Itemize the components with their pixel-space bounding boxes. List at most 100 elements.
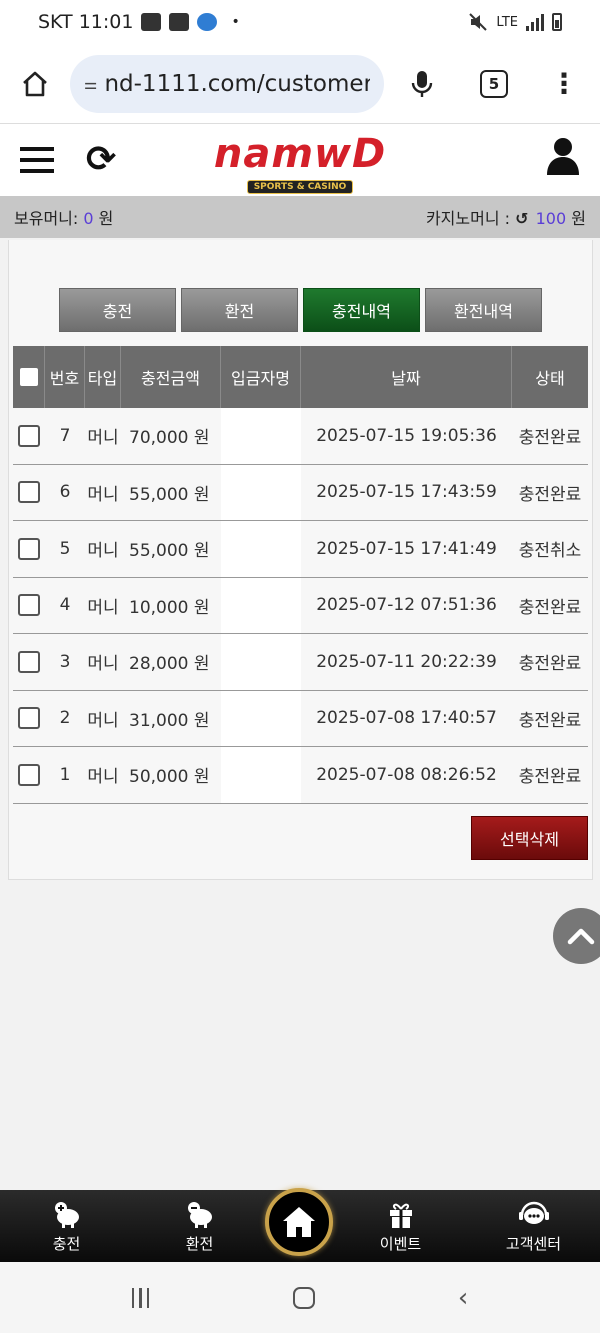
nav-event[interactable]: 이벤트 bbox=[334, 1190, 467, 1262]
select-all-checkbox-cell bbox=[13, 346, 45, 408]
row-checkbox-cell bbox=[13, 578, 45, 634]
row-amount: 50,000 원 bbox=[129, 767, 210, 788]
nav-deposit-label: 충전 bbox=[52, 1235, 81, 1253]
row-type: 머니 bbox=[87, 541, 119, 562]
row-amount: 55,000 원 bbox=[129, 541, 210, 562]
row-depositor bbox=[221, 747, 301, 803]
status-time: SKT 11:01 bbox=[38, 11, 134, 33]
row-amount: 55,000 원 bbox=[129, 484, 210, 505]
site-settings-icon[interactable]: ⚌ bbox=[84, 75, 97, 93]
user-icon[interactable] bbox=[546, 136, 580, 176]
row-checkbox[interactable] bbox=[18, 481, 40, 504]
hamburger-menu-icon[interactable] bbox=[20, 147, 54, 173]
row-depositor bbox=[221, 577, 301, 633]
row-type: 머니 bbox=[87, 654, 119, 675]
row-no: 4 bbox=[59, 595, 71, 616]
table-row: 7 머니 70,000 원 2025-07-15 19:05:36 충전완료 bbox=[13, 408, 588, 465]
delete-selected-button[interactable]: 선택삭제 bbox=[471, 816, 588, 860]
refresh-icon[interactable]: ⟳ bbox=[86, 142, 116, 178]
system-home-button[interactable] bbox=[292, 1286, 315, 1309]
row-status: 충전완료 bbox=[518, 710, 582, 731]
row-date: 2025-07-11 20:22:39 bbox=[316, 651, 497, 672]
row-status: 충전완료 bbox=[518, 654, 582, 675]
row-no: 6 bbox=[59, 482, 71, 503]
casino-refresh-icon[interactable]: ↺ bbox=[515, 209, 528, 228]
table-header: 번호 타입 충전금액 입금자명 날짜 상태 bbox=[13, 346, 588, 408]
mute-icon bbox=[469, 13, 488, 31]
row-status: 충전완료 bbox=[518, 428, 582, 449]
tab-withdraw-history[interactable]: 환전내역 bbox=[425, 288, 542, 332]
piggy-bank-plus-icon bbox=[54, 1202, 79, 1228]
row-checkbox[interactable] bbox=[18, 763, 40, 786]
table-row: 3 머니 28,000 원 2025-07-11 20:22:39 충전완료 bbox=[13, 634, 588, 691]
tab-deposit-history[interactable]: 충전내역 bbox=[303, 288, 420, 332]
select-all-checkbox[interactable] bbox=[19, 368, 38, 386]
app-notification-icon bbox=[197, 13, 218, 31]
scroll-to-top-button[interactable] bbox=[553, 908, 600, 964]
history-table: 번호 타입 충전금액 입금자명 날짜 상태 7 머니 70,000 원 2025… bbox=[13, 346, 588, 804]
logo-wordmark: namwD bbox=[213, 131, 387, 177]
header-type: 타입 bbox=[85, 346, 121, 408]
nav-withdraw[interactable]: 환전 bbox=[133, 1190, 266, 1262]
row-type: 머니 bbox=[87, 767, 119, 788]
row-checkbox-cell bbox=[13, 521, 45, 577]
voice-search-button[interactable] bbox=[384, 69, 460, 99]
row-checkbox-cell bbox=[13, 634, 45, 690]
browser-toolbar: ⚌ nd-1111.com/customer 5 ⋮ bbox=[0, 44, 600, 124]
row-amount: 10,000 원 bbox=[129, 597, 210, 618]
network-type: LTE bbox=[496, 14, 518, 30]
row-date: 2025-07-15 19:05:36 bbox=[316, 425, 497, 446]
row-date: 2025-07-15 17:41:49 bbox=[316, 538, 497, 559]
row-checkbox[interactable] bbox=[18, 537, 40, 560]
row-checkbox[interactable] bbox=[18, 594, 40, 617]
header-amount: 충전금액 bbox=[121, 346, 221, 408]
header-depositor: 입금자명 bbox=[221, 346, 301, 408]
row-amount: 31,000 원 bbox=[129, 710, 210, 731]
table-row: 6 머니 55,000 원 2025-07-15 17:43:59 충전완료 bbox=[13, 464, 588, 521]
signal-icon bbox=[526, 13, 544, 31]
nav-withdraw-label: 환전 bbox=[185, 1235, 214, 1253]
balance-value: 0 bbox=[83, 209, 94, 228]
row-no: 2 bbox=[59, 708, 71, 729]
site-header: ⟳ namwD SPORTS & CASINO bbox=[0, 124, 600, 196]
nav-home-button[interactable] bbox=[265, 1188, 333, 1256]
deposit-history-panel: 충전 환전 충전내역 환전내역 번호 타입 충전금액 입금자명 날짜 상태 7 … bbox=[8, 240, 593, 880]
address-bar[interactable]: ⚌ nd-1111.com/customer bbox=[70, 54, 384, 113]
row-date: 2025-07-15 17:43:59 bbox=[316, 482, 497, 503]
status-bar: SKT 11:01 • LTE bbox=[0, 0, 600, 44]
site-logo[interactable]: namwD SPORTS & CASINO bbox=[208, 131, 392, 194]
balance-info: 보유머니: 0 원 bbox=[14, 205, 113, 229]
nav-event-label: 이벤트 bbox=[379, 1235, 422, 1253]
nav-support-label: 고객센터 bbox=[505, 1235, 562, 1253]
row-checkbox[interactable] bbox=[18, 707, 40, 730]
row-date: 2025-07-08 08:26:52 bbox=[316, 764, 497, 785]
row-depositor bbox=[221, 521, 301, 577]
tab-withdraw[interactable]: 환전 bbox=[181, 288, 298, 332]
tab-deposit[interactable]: 충전 bbox=[59, 288, 176, 332]
home-icon bbox=[283, 1207, 315, 1237]
gift-icon bbox=[389, 1203, 412, 1228]
header-no: 번호 bbox=[45, 346, 85, 408]
nav-deposit[interactable]: 충전 bbox=[0, 1190, 133, 1262]
row-no: 7 bbox=[59, 425, 71, 446]
row-type: 머니 bbox=[87, 484, 119, 505]
row-type: 머니 bbox=[87, 428, 119, 449]
casino-money-unit: 원 bbox=[571, 209, 586, 228]
webtoon-notification-icon bbox=[169, 13, 190, 31]
casino-money-info: 카지노머니 : ↺ 100 원 bbox=[426, 205, 586, 229]
row-checkbox-cell bbox=[13, 691, 45, 747]
row-checkbox[interactable] bbox=[18, 650, 40, 673]
row-status: 충전완료 bbox=[518, 767, 582, 788]
recent-apps-button[interactable] bbox=[131, 1287, 150, 1308]
row-depositor bbox=[221, 690, 301, 746]
row-checkbox[interactable] bbox=[18, 424, 40, 447]
money-bar: 보유머니: 0 원 카지노머니 : ↺ 100 원 bbox=[0, 196, 600, 238]
header-date: 날짜 bbox=[301, 346, 512, 408]
browser-menu-button[interactable]: ⋮ bbox=[528, 69, 600, 98]
nav-support[interactable]: 고객센터 bbox=[467, 1190, 600, 1262]
browser-home-button[interactable] bbox=[0, 44, 70, 124]
casino-money-label: 카지노머니 : bbox=[425, 209, 511, 228]
system-back-button[interactable]: ‹ bbox=[458, 1283, 468, 1313]
row-depositor bbox=[221, 634, 301, 690]
tab-switcher-button[interactable]: 5 bbox=[460, 69, 528, 98]
